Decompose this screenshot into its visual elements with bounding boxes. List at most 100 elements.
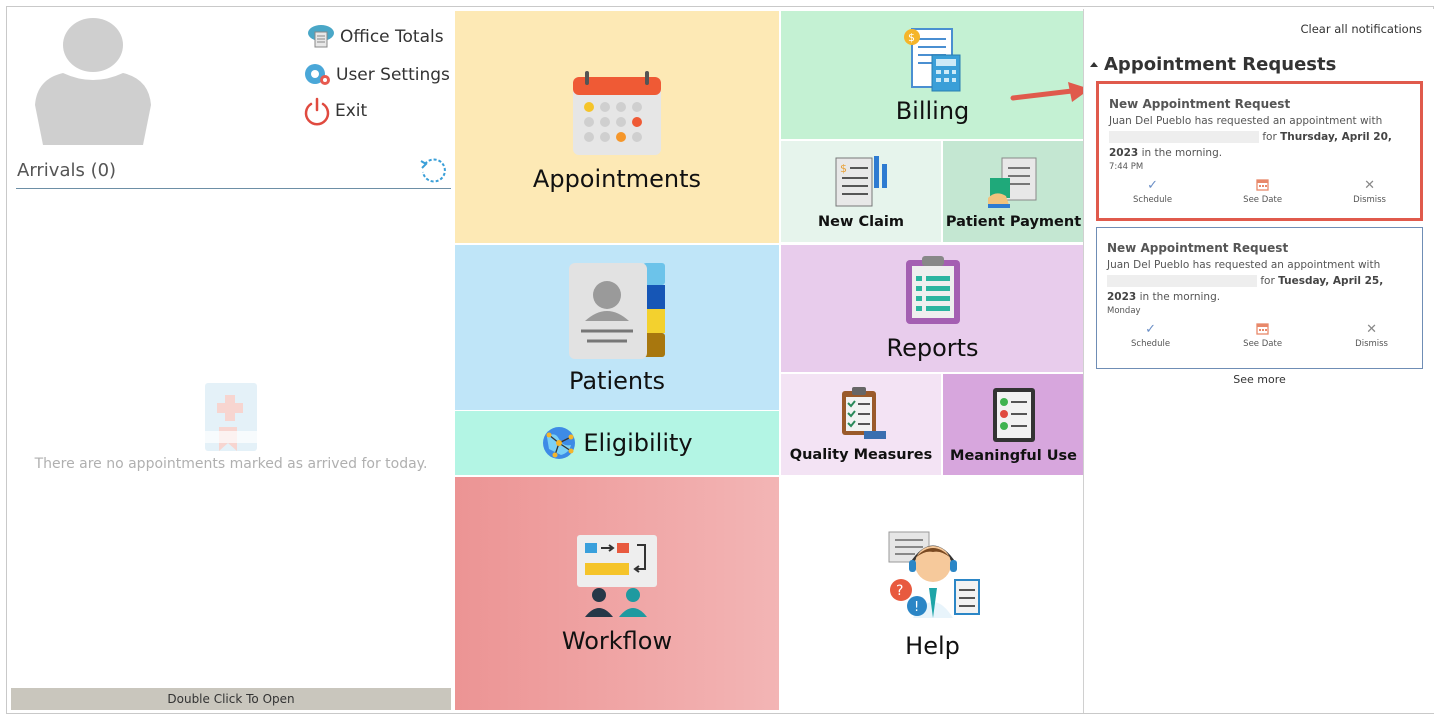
calendar-small-icon [1256,178,1269,194]
tile-meaningful-use-label: Meaningful Use [950,447,1077,464]
schedule-label: Schedule [1133,195,1173,205]
notification-timestamp: Monday [1107,306,1141,316]
see-date-label: See Date [1243,195,1283,205]
requester-name: Juan Del Pueblo [1109,115,1192,127]
tile-eligibility-label: Eligibility [583,429,693,457]
arrivals-header: Arrivals (0) [16,157,451,189]
gear-icon [305,64,330,85]
office-totals-label: Office Totals [340,27,444,47]
tile-billing-label: Billing [895,97,970,125]
appointment-requests-title: Appointment Requests [1104,54,1337,75]
dismiss-button[interactable]: ✕ Dismiss [1353,178,1386,205]
tile-patients-label: Patients [568,366,666,395]
tile-reports[interactable]: Reports [781,245,1084,372]
requested-time-of-day: in the morning. [1141,147,1223,159]
tile-reports-label: Reports [886,333,979,362]
user-settings-button[interactable]: User Settings [302,61,450,89]
payment-icon [987,157,1036,208]
double-click-open-bar[interactable]: Double Click To Open [11,688,451,710]
checklist-clipboard-icon [842,386,886,439]
tile-billing[interactable]: $ Billing [781,11,1084,139]
tile-patients[interactable]: Patients [455,245,779,410]
cloud-report-icon [308,25,334,48]
redacted-provider [1109,131,1259,143]
svg-text:!: ! [914,600,919,615]
see-date-button[interactable]: See Date [1243,322,1282,349]
tile-eligibility[interactable]: Eligibility [455,411,779,475]
requester-name: Juan Del Pueblo [1107,259,1190,271]
refresh-icon[interactable] [418,155,448,185]
tile-quality-measures-label: Quality Measures [789,446,933,463]
schedule-button[interactable]: ✓ Schedule [1131,322,1170,349]
svg-text:$: $ [840,162,847,175]
tile-appointments-label: Appointments [532,165,702,193]
tile-new-claim-label: New Claim [818,213,904,230]
exit-label: Exit [335,101,368,121]
arrivals-empty-message: There are no appointments marked as arri… [34,456,428,472]
requested-time-of-day: in the morning. [1139,291,1221,303]
tile-workflow[interactable]: Workflow [455,477,779,710]
svg-text:?: ? [896,583,903,599]
calendar-icon [573,71,661,155]
for-label: for [1260,275,1275,287]
tile-patient-payment[interactable]: Patient Payment [943,141,1084,242]
user-avatar-icon [35,18,151,145]
dismiss-button[interactable]: ✕ Dismiss [1355,322,1388,349]
schedule-button[interactable]: ✓ Schedule [1133,178,1172,205]
see-more-link[interactable]: See more [1084,373,1435,386]
notification-title: New Appointment Request [1109,97,1291,111]
svg-text:$: $ [908,31,915,44]
dismiss-label: Dismiss [1353,195,1386,205]
close-icon: ✕ [1364,178,1376,193]
office-totals-button[interactable]: Office Totals [306,23,444,51]
support-agent-icon: ? ! [888,531,980,618]
exit-button[interactable]: Exit [303,96,367,126]
claim-document-icon: $ [835,155,887,206]
tile-help-label: Help [905,631,960,660]
tile-patient-payment-label: Patient Payment [945,213,1082,230]
power-icon [304,97,330,126]
clear-all-notifications-link[interactable]: Clear all notifications [1301,22,1423,36]
collapse-caret-icon [1090,62,1098,67]
close-icon: ✕ [1366,322,1378,337]
see-date-button[interactable]: See Date [1243,178,1282,205]
empty-calendar-icon [205,383,257,451]
notification-actions: ✓ Schedule See Date ✕ Dismiss [1107,322,1412,349]
schedule-label: Schedule [1131,339,1171,349]
workflow-presentation-icon [577,534,657,617]
contact-book-icon [569,262,665,359]
globe-network-icon [543,427,576,459]
see-date-label: See Date [1243,339,1283,349]
left-panel: Office Totals User Settings Exit Arrival… [11,11,451,711]
tile-meaningful-use[interactable]: Meaningful Use [943,374,1084,475]
checkmark-icon: ✓ [1145,322,1156,337]
notifications-panel: Clear all notifications Appointment Requ… [1083,9,1434,713]
notification-body: Juan Del Pueblo has requested an appoint… [1109,113,1410,161]
app-window: Office Totals User Settings Exit Arrival… [0,0,1439,718]
notification-title: New Appointment Request [1107,241,1289,255]
appointment-requests-header[interactable]: Appointment Requests [1090,54,1336,75]
user-settings-label: User Settings [336,65,450,85]
redacted-provider [1107,275,1257,287]
notification-timestamp: 7:44 PM [1109,162,1144,172]
checkmark-icon: ✓ [1147,178,1158,193]
notification-text: has requested an appointment with [1192,259,1381,271]
task-list-icon [992,387,1035,442]
tile-quality-measures[interactable]: Quality Measures [781,374,941,475]
notification-card: New Appointment Request Juan Del Pueblo … [1096,227,1423,369]
for-label: for [1262,131,1277,143]
tile-help[interactable]: ? ! Help [781,477,1084,710]
report-clipboard-icon [905,255,960,324]
callout-arrow [1010,82,1090,102]
tile-appointments[interactable]: Appointments [455,11,779,243]
tile-new-claim[interactable]: $ New Claim [781,141,941,242]
arrivals-title: Arrivals (0) [17,160,117,181]
notification-text: has requested an appointment with [1194,115,1383,127]
tile-workflow-label: Workflow [561,626,673,655]
billing-calculator-icon: $ [903,28,960,92]
calendar-small-icon [1256,322,1269,338]
notification-card: New Appointment Request Juan Del Pueblo … [1096,81,1423,221]
dismiss-label: Dismiss [1355,339,1388,349]
notification-actions: ✓ Schedule See Date ✕ Dismiss [1109,178,1410,205]
notification-body: Juan Del Pueblo has requested an appoint… [1107,257,1412,305]
